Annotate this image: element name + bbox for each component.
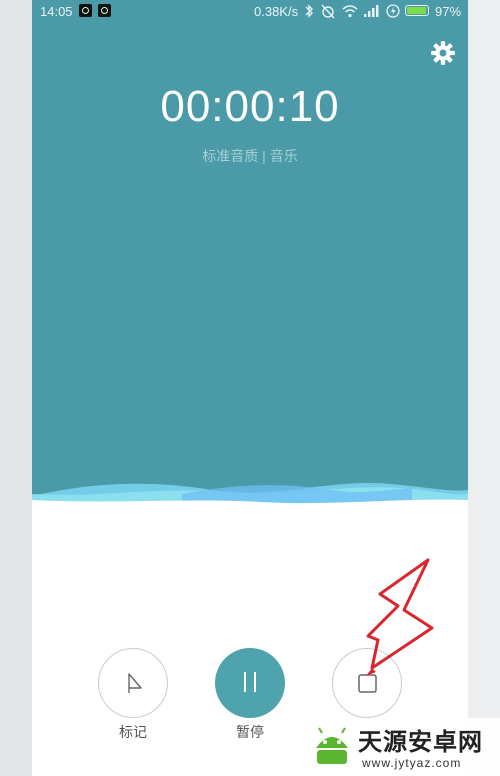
- right-background-strip: [468, 0, 500, 776]
- site-watermark: 天源安卓网 www.jytyaz.com: [306, 718, 500, 776]
- pause-icon: [244, 672, 256, 692]
- battery-percent: 97%: [435, 4, 462, 19]
- notification-app-icon: [98, 4, 111, 17]
- notification-app-icon: [79, 4, 92, 17]
- watermark-title: 天源安卓网: [358, 729, 483, 756]
- recording-quality-info: 标准音质 | 音乐: [202, 148, 298, 164]
- status-bar: 14:05 0.38K/s 97%: [32, 0, 468, 24]
- pause-label: 暂停: [236, 724, 264, 740]
- waveform-visualization: [32, 482, 468, 530]
- alarm-off-icon: [321, 4, 335, 19]
- watermark-url: www.jytyaz.com: [362, 756, 462, 770]
- android-logo-icon: [316, 727, 348, 764]
- signal-icon: [364, 5, 379, 17]
- elapsed-timer: 00:00:10: [160, 82, 340, 131]
- bluetooth-icon: [305, 4, 313, 18]
- pause-button[interactable]: [215, 648, 285, 718]
- annotation-arrow: [366, 558, 434, 676]
- flag-icon: [128, 673, 142, 693]
- gear-icon[interactable]: [430, 40, 456, 66]
- left-background-strip: [0, 0, 32, 776]
- network-speed: 0.38K/s: [254, 4, 299, 19]
- mark-label: 标记: [119, 724, 147, 740]
- battery-icon: [405, 5, 429, 16]
- recording-panel: 14:05 0.38K/s 97% 00:00:10 标准音质 | 音乐: [32, 0, 468, 500]
- status-time: 14:05: [40, 4, 73, 19]
- wifi-icon: [342, 5, 358, 18]
- mark-button[interactable]: [98, 648, 168, 718]
- charging-icon: [386, 4, 400, 18]
